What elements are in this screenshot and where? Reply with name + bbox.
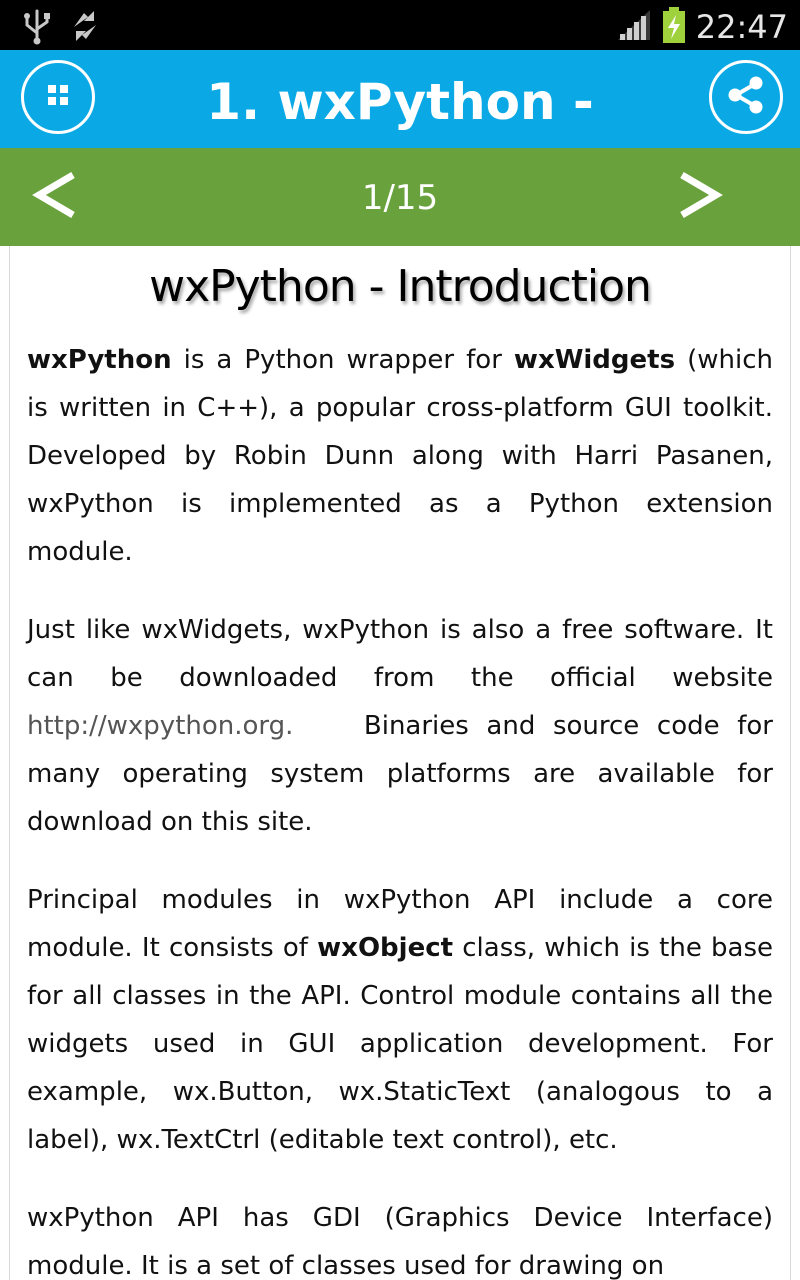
chevron-left-icon — [31, 169, 79, 225]
paragraph-text: wxPython API has GDI (Graphics Device In… — [27, 1203, 773, 1280]
paragraph-text: is a Python wrapper for — [171, 345, 514, 375]
previous-page-button[interactable] — [15, 148, 95, 246]
grid-menu-icon — [46, 83, 70, 111]
paragraph-text: Just like wxWidgets, wxPython is also a … — [27, 615, 773, 693]
battery-charging-icon — [662, 6, 686, 48]
paragraph-gdi: wxPython API has GDI (Graphics Device In… — [27, 1194, 773, 1280]
usb-icon — [20, 7, 54, 49]
page-indicator: 1/15 — [361, 178, 439, 218]
paragraph-modules: Principal modules in wxPython API includ… — [27, 876, 773, 1164]
paragraph-text: class, which is the base for all classes… — [27, 933, 773, 1155]
article-content: wxPython - Introduction wxPython is a Py… — [9, 246, 791, 1280]
share-button[interactable] — [709, 60, 783, 134]
next-page-button[interactable] — [660, 148, 740, 246]
menu-button[interactable] — [21, 60, 95, 134]
paragraph-intro: wxPython is a Python wrapper for wxWidge… — [27, 336, 773, 576]
share-icon — [725, 74, 767, 120]
status-time: 22:47 — [695, 8, 788, 46]
app-bar: 1. wxPython - — [0, 50, 800, 148]
status-notifications — [20, 7, 102, 49]
app-title: 1. wxPython - — [206, 73, 594, 131]
bold-term: wxPython — [27, 345, 172, 375]
chevron-right-icon — [676, 169, 724, 225]
status-bar: 22:47 — [0, 0, 800, 50]
paragraph-download: Just like wxWidgets, wxPython is also a … — [27, 606, 773, 846]
sync-icon — [68, 7, 102, 49]
bold-term: wxObject — [317, 933, 454, 963]
website-link[interactable]: http://wxpython.org. — [27, 711, 293, 741]
bold-term: wxWidgets — [513, 345, 676, 375]
signal-icon — [616, 8, 652, 46]
article-title: wxPython - Introduction — [149, 261, 652, 312]
page-navigation-bar: 1/15 — [0, 148, 800, 246]
paragraph-text: (which is written in C++), a popular cro… — [27, 345, 773, 567]
status-system: 22:47 — [616, 6, 788, 48]
